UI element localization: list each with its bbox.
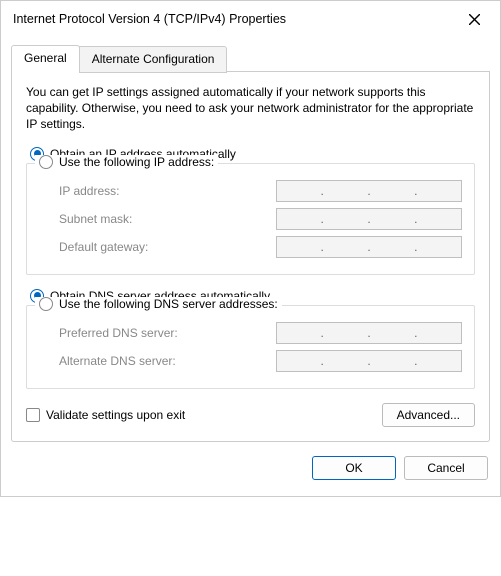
group-dns-manual: Use the following DNS server addresses: … [26,305,475,389]
window-title: Internet Protocol Version 4 (TCP/IPv4) P… [13,12,286,26]
dialog-buttons: OK Cancel [11,442,490,484]
input-dns-preferred[interactable]: ... [276,322,462,344]
titlebar: Internet Protocol Version 4 (TCP/IPv4) P… [1,1,500,37]
row-subnet: Subnet mask: ... [39,208,462,230]
row-gateway: Default gateway: ... [39,236,462,258]
label-ip-address: IP address: [59,184,119,198]
radio-icon [39,297,53,311]
cancel-button[interactable]: Cancel [404,456,488,480]
tab-general[interactable]: General [11,45,80,72]
tab-strip: General Alternate Configuration [11,45,490,72]
checkbox-validate[interactable]: Validate settings upon exit [26,408,185,422]
group-ip-manual: Use the following IP address: IP address… [26,163,475,275]
input-dns-alternate[interactable]: ... [276,350,462,372]
row-ip-address: IP address: ... [39,180,462,202]
footer-row: Validate settings upon exit Advanced... [26,403,475,427]
intro-text: You can get IP settings assigned automat… [26,84,475,133]
label-gateway: Default gateway: [59,240,148,254]
tab-alternate[interactable]: Alternate Configuration [79,46,228,73]
radio-icon [39,155,53,169]
ok-button[interactable]: OK [312,456,396,480]
radio-ip-manual-label: Use the following IP address: [59,155,214,169]
label-dns-preferred: Preferred DNS server: [59,326,178,340]
content-area: General Alternate Configuration You can … [1,37,500,496]
input-gateway[interactable]: ... [276,236,462,258]
row-dns-preferred: Preferred DNS server: ... [39,322,462,344]
radio-dns-manual-label: Use the following DNS server addresses: [59,297,278,311]
checkbox-validate-label: Validate settings upon exit [46,408,185,422]
row-dns-alternate: Alternate DNS server: ... [39,350,462,372]
input-subnet[interactable]: ... [276,208,462,230]
close-button[interactable] [458,7,490,31]
input-ip-address[interactable]: ... [276,180,462,202]
label-subnet: Subnet mask: [59,212,132,226]
advanced-button[interactable]: Advanced... [382,403,475,427]
label-dns-alternate: Alternate DNS server: [59,354,176,368]
checkbox-icon [26,408,40,422]
close-icon [469,14,480,25]
radio-ip-manual[interactable]: Use the following IP address: [35,155,218,169]
radio-dns-manual[interactable]: Use the following DNS server addresses: [35,297,282,311]
window-root: Internet Protocol Version 4 (TCP/IPv4) P… [0,0,501,497]
tab-panel-general: You can get IP settings assigned automat… [11,72,490,442]
